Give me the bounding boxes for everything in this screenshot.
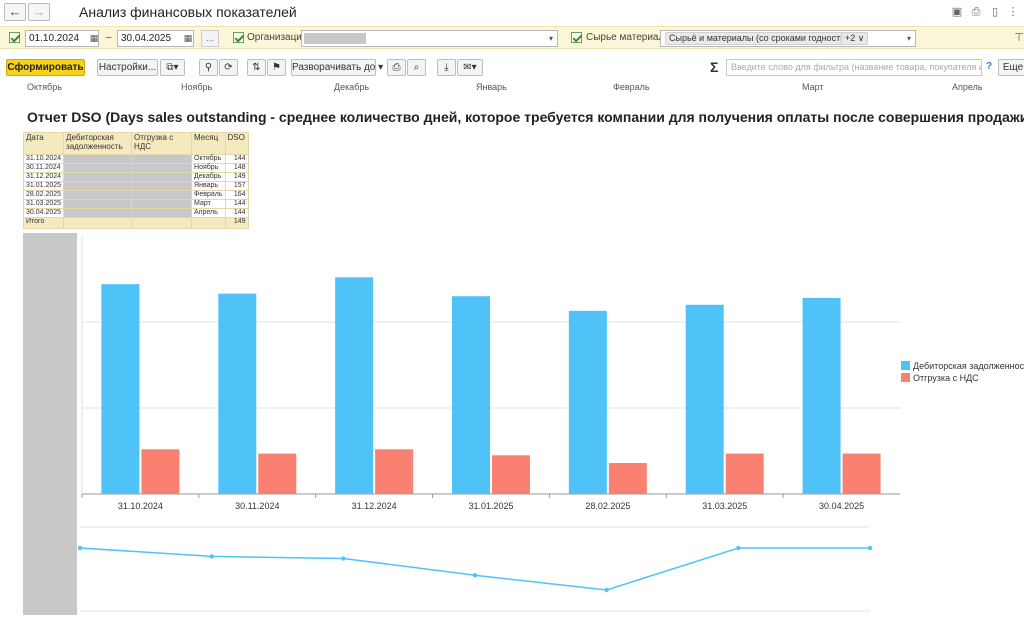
legend-swatch bbox=[901, 373, 910, 382]
dso-point bbox=[736, 545, 741, 551]
dso-point bbox=[867, 545, 873, 551]
bar-receivables bbox=[335, 277, 374, 494]
bar-shipments bbox=[842, 453, 881, 494]
x-tick-label: 28.02.2025 bbox=[585, 501, 630, 511]
dso-point bbox=[209, 554, 214, 559]
bar-shipments bbox=[492, 455, 530, 494]
bar-receivables bbox=[218, 293, 257, 494]
bar-shipments bbox=[375, 449, 414, 494]
bar-shipments bbox=[141, 449, 180, 494]
dso-line bbox=[79, 547, 870, 591]
bar-shipments bbox=[725, 453, 764, 494]
bar-shipments bbox=[608, 463, 647, 494]
legend-swatch bbox=[901, 361, 910, 370]
dso-point bbox=[604, 587, 609, 593]
legend-label: Отгрузка с НДС bbox=[913, 373, 979, 383]
x-tick-label: 31.12.2024 bbox=[352, 501, 397, 511]
dso-point bbox=[77, 545, 83, 551]
bar-receivables bbox=[452, 296, 490, 494]
x-tick-label: 31.01.2025 bbox=[468, 501, 513, 511]
x-tick-label: 30.11.2024 bbox=[235, 501, 279, 511]
x-tick-label: 31.03.2025 bbox=[702, 501, 747, 511]
bar-receivables bbox=[568, 310, 607, 494]
charts-canvas: 31.10.2024 30.11.2024 31.12.2024 31.01.2025… bbox=[77, 236, 1024, 612]
bar-receivables bbox=[101, 284, 140, 494]
bar-receivables bbox=[802, 297, 841, 494]
dso-point bbox=[341, 556, 346, 561]
bar-receivables bbox=[685, 304, 724, 494]
x-tick-label: 30.04.2025 bbox=[819, 501, 864, 511]
dso-point bbox=[472, 573, 478, 578]
bar-shipments bbox=[258, 453, 297, 494]
legend-label: Дебиторская задолженность bbox=[913, 361, 1024, 371]
x-tick-label: 31.10.2024 bbox=[118, 501, 163, 511]
